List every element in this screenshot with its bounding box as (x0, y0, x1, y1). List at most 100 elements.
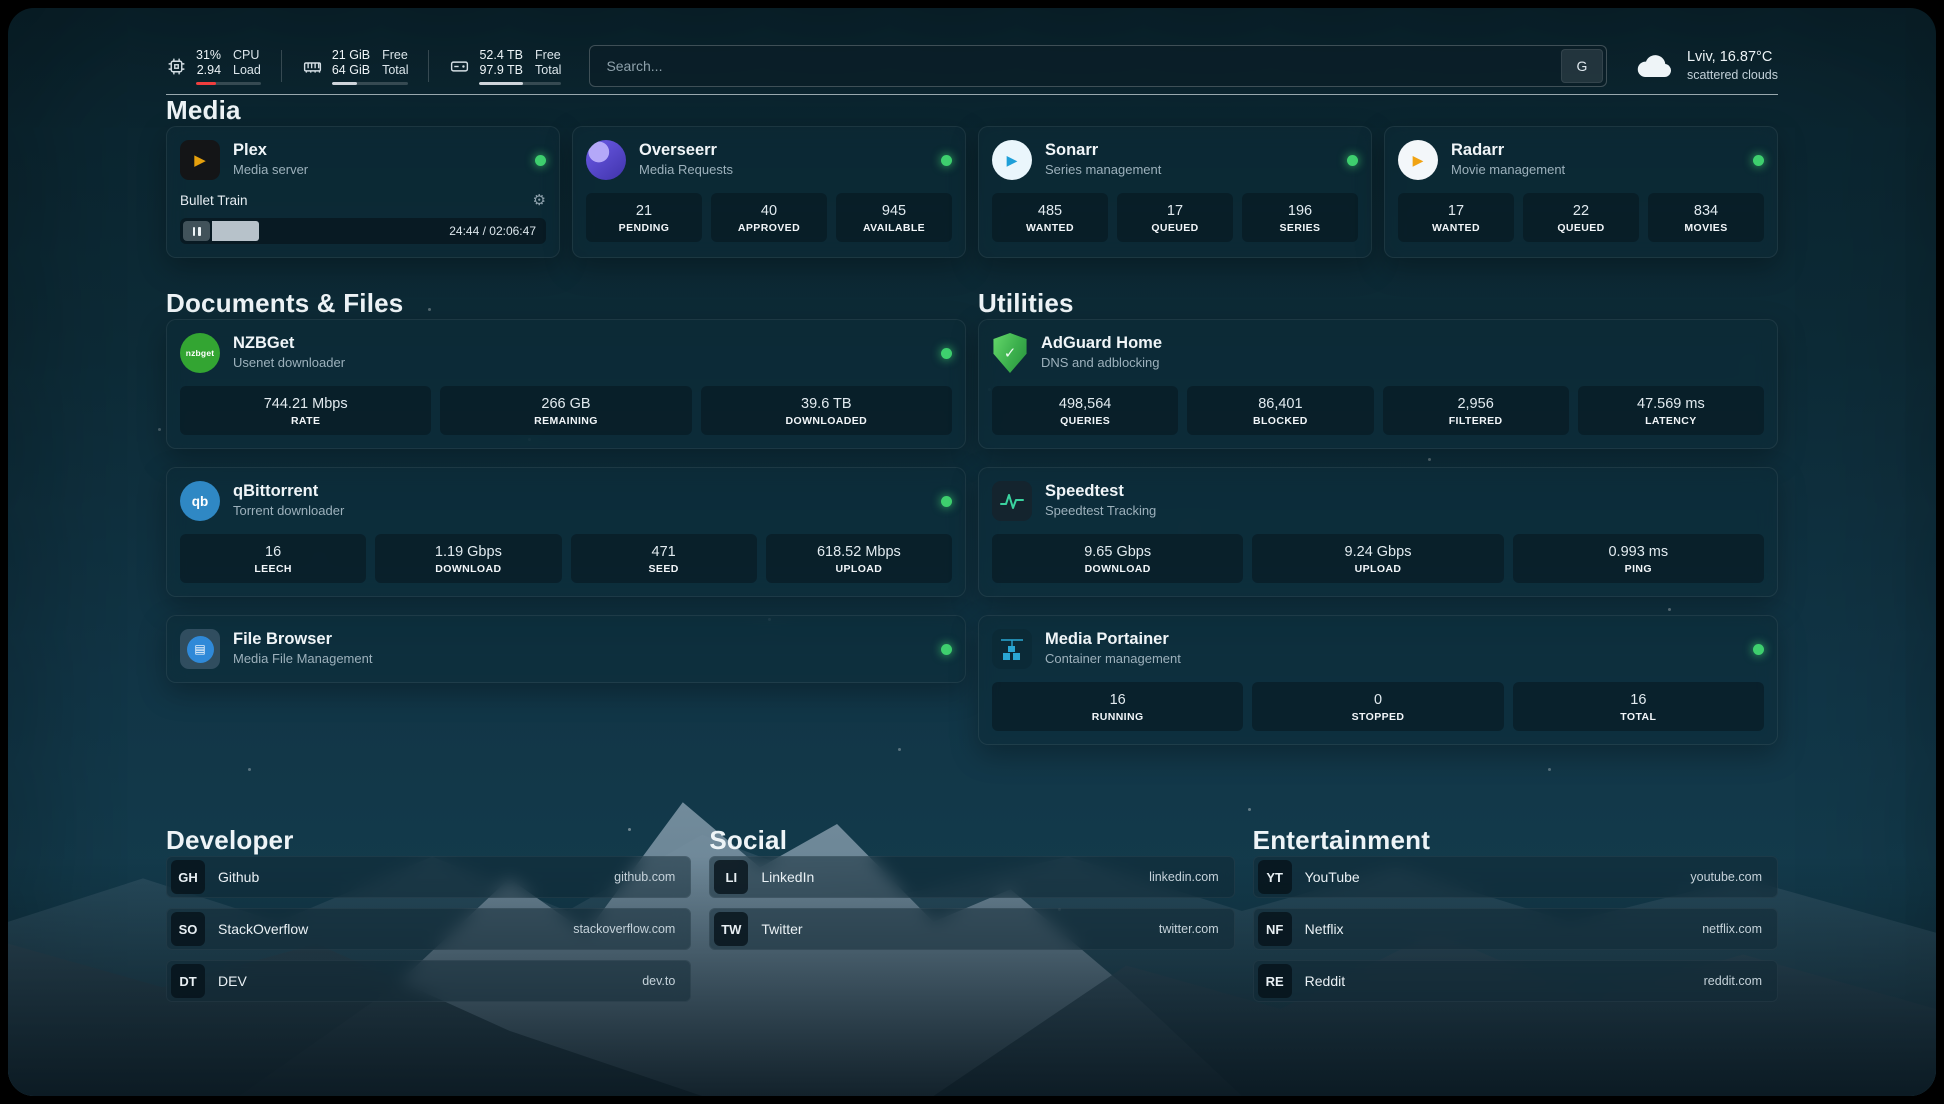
section-title-developer: Developer (166, 825, 691, 856)
stat-tile: 86,401 BLOCKED (1187, 386, 1373, 435)
bookmark-github[interactable]: GH Github github.com (166, 856, 691, 898)
section-title-utilities: Utilities (978, 288, 1778, 319)
stat-tile: 945 AVAILABLE (836, 193, 952, 242)
bookmark-group-social: Social LI LinkedIn linkedin.com TW Twitt… (709, 825, 1234, 1012)
bookmark-reddit[interactable]: RE Reddit reddit.com (1253, 960, 1778, 1002)
search-engine-button[interactable]: G (1561, 49, 1603, 83)
stat-value: 2,956 (1387, 395, 1565, 413)
bookmark-linkedin[interactable]: LI LinkedIn linkedin.com (709, 856, 1234, 898)
app-subtitle: DNS and adblocking (1041, 353, 1162, 372)
stat-label: AVAILABLE (840, 222, 948, 234)
stat-tile: 47.569 ms LATENCY (1578, 386, 1764, 435)
app-subtitle: Media File Management (233, 649, 372, 668)
stat-value: 0 (1256, 691, 1499, 709)
stat-value: 618.52 Mbps (770, 543, 948, 561)
app-card-filebrowser[interactable]: ▤ File Browser Media File Management (166, 615, 966, 683)
status-online-dot (1753, 644, 1764, 655)
stat-label: QUERIES (996, 415, 1174, 427)
bookmark-url: linkedin.com (1149, 870, 1229, 884)
disk-metric: 52.4 TB 97.9 TB Free Total (449, 48, 561, 85)
stat-tile: 16 RUNNING (992, 682, 1243, 731)
bookmark-name: LinkedIn (761, 869, 814, 885)
utilities-column: Utilities AdGuard Home DNS and adblockin… (978, 288, 1778, 763)
bookmark-stackoverflow[interactable]: SO StackOverflow stackoverflow.com (166, 908, 691, 950)
portainer-crane-icon (992, 629, 1032, 669)
bookmark-youtube[interactable]: YT YouTube youtube.com (1253, 856, 1778, 898)
app-card-qbittorrent[interactable]: qb qBittorrent Torrent downloader 16 LEE… (166, 467, 966, 597)
netflix-icon: NF (1258, 912, 1292, 946)
stat-label: RUNNING (996, 711, 1239, 723)
bookmark-url: stackoverflow.com (573, 922, 686, 936)
disk-total-label: Total (535, 63, 561, 78)
weather-widget: Lviv, 16.87°C scattered clouds (1635, 48, 1778, 84)
stat-tile: 9.65 Gbps DOWNLOAD (992, 534, 1243, 583)
stat-tile: 744.21 Mbps RATE (180, 386, 431, 435)
cpu-usage: 31% (196, 48, 221, 63)
stat-tile: 40 APPROVED (711, 193, 827, 242)
bookmark-name: Github (218, 869, 259, 885)
bookmark-url: reddit.com (1704, 974, 1773, 988)
bookmark-netflix[interactable]: NF Netflix netflix.com (1253, 908, 1778, 950)
speedtest-icon (992, 481, 1032, 521)
stat-value: 22 (1527, 202, 1635, 220)
plex-icon (180, 140, 220, 180)
app-card-radarr[interactable]: Radarr Movie management 17 WANTED 22 QUE… (1384, 126, 1778, 258)
bookmark-twitter[interactable]: TW Twitter twitter.com (709, 908, 1234, 950)
app-card-sonarr[interactable]: Sonarr Series management 485 WANTED 17 Q… (978, 126, 1372, 258)
stat-tile: 471 SEED (571, 534, 757, 583)
stat-label: LATENCY (1582, 415, 1760, 427)
bookmark-name: Netflix (1305, 921, 1344, 937)
app-name: NZBGet (233, 334, 345, 353)
ram-metric: 21 GiB 64 GiB Free Total (302, 48, 409, 85)
app-name: File Browser (233, 630, 372, 649)
status-online-dot (1347, 155, 1358, 166)
stat-tile: 22 QUEUED (1523, 193, 1639, 242)
ram-free: 21 GiB (332, 48, 370, 63)
stat-tile: 618.52 Mbps UPLOAD (766, 534, 952, 583)
pause-button[interactable] (183, 221, 210, 241)
cpu-icon (166, 56, 187, 77)
stat-tile: 0 STOPPED (1252, 682, 1503, 731)
stat-label: WANTED (1402, 222, 1510, 234)
settings-gear-icon[interactable]: ⚙ (533, 191, 546, 209)
ram-usage-bar (332, 82, 409, 85)
app-card-overseerr[interactable]: Overseerr Media Requests 21 PENDING 40 A… (572, 126, 966, 258)
app-card-speedtest[interactable]: Speedtest Speedtest Tracking 9.65 Gbps D… (978, 467, 1778, 597)
stat-label: REMAINING (444, 415, 687, 427)
disk-free-label: Free (535, 48, 561, 63)
dashboard-window: 31% 2.94 CPU Load (8, 8, 1936, 1096)
weather-location-temp: Lviv, 16.87°C (1687, 48, 1778, 66)
reddit-icon: RE (1258, 964, 1292, 998)
stat-label: SERIES (1246, 222, 1354, 234)
now-playing-title: Bullet Train (180, 193, 248, 208)
stat-value: 17 (1402, 202, 1510, 220)
section-title-media: Media (166, 95, 1778, 126)
twitter-icon: TW (714, 912, 748, 946)
search-input[interactable] (589, 45, 1607, 87)
stat-label: APPROVED (715, 222, 823, 234)
stat-label: BLOCKED (1191, 415, 1369, 427)
stat-tile: 21 PENDING (586, 193, 702, 242)
bookmark-name: Reddit (1305, 973, 1345, 989)
stat-tile: 9.24 Gbps UPLOAD (1252, 534, 1503, 583)
status-online-dot (941, 348, 952, 359)
app-name: Media Portainer (1045, 630, 1181, 649)
app-subtitle: Media server (233, 160, 308, 179)
stat-value: 485 (996, 202, 1104, 220)
divider (281, 50, 282, 82)
bookmark-dev[interactable]: DT DEV dev.to (166, 960, 691, 1002)
stat-value: 9.24 Gbps (1256, 543, 1499, 561)
bookmark-group-entertainment: Entertainment YT YouTube youtube.com NF … (1253, 825, 1778, 1012)
cpu-usage-bar (196, 82, 261, 85)
app-card-nzbget[interactable]: nzbget NZBGet Usenet downloader 744.21 M… (166, 319, 966, 449)
ram-icon (302, 56, 323, 77)
app-card-adguard[interactable]: AdGuard Home DNS and adblocking 498,564 … (978, 319, 1778, 449)
stat-tile: 0.993 ms PING (1513, 534, 1764, 583)
playback-bar[interactable]: 24:44 / 02:06:47 (180, 218, 546, 244)
top-bar: 31% 2.94 CPU Load (166, 8, 1778, 92)
app-card-portainer[interactable]: Media Portainer Container management 16 … (978, 615, 1778, 745)
stat-value: 196 (1246, 202, 1354, 220)
media-card-grid: Plex Media server Bullet Train ⚙ 24:44 /… (166, 126, 1778, 258)
bookmark-name: DEV (218, 973, 247, 989)
app-card-plex[interactable]: Plex Media server Bullet Train ⚙ 24:44 /… (166, 126, 560, 258)
